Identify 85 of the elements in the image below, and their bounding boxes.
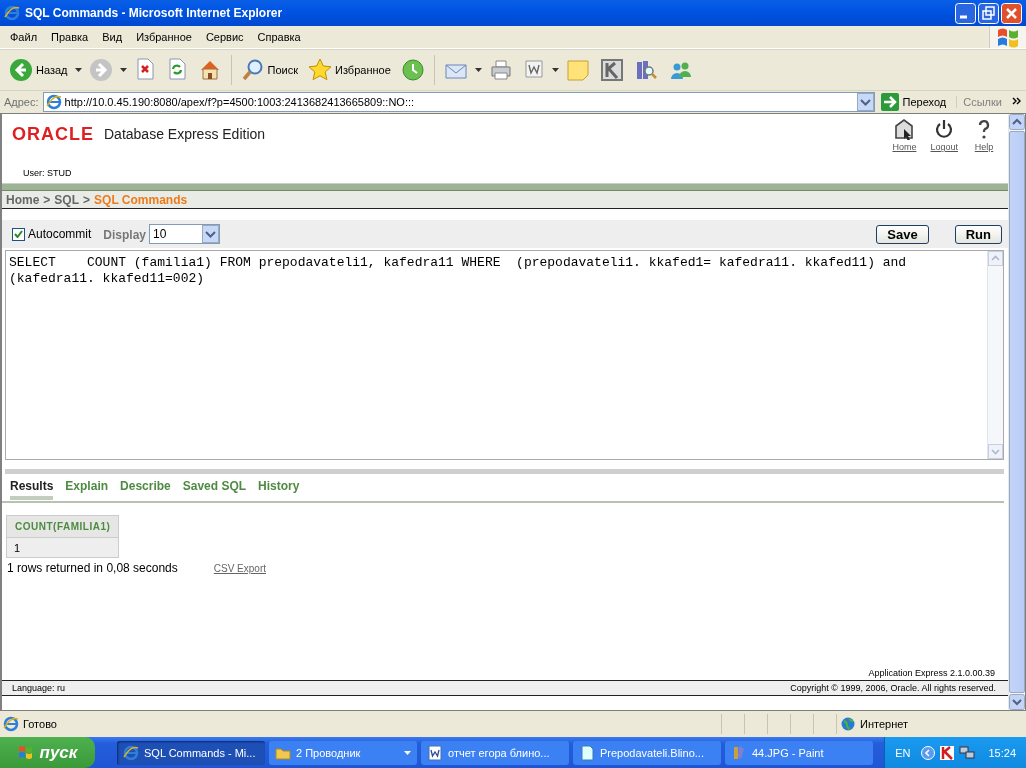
window-title: SQL Commands - Microsoft Internet Explorer bbox=[25, 6, 283, 20]
status-text: Готово bbox=[23, 718, 57, 730]
display-select[interactable]: 10 bbox=[149, 224, 221, 244]
ie-page-icon bbox=[3, 716, 19, 732]
version-text: Application Express 2.1.0.00.39 bbox=[868, 668, 996, 680]
scroll-up-icon[interactable] bbox=[1009, 114, 1025, 130]
note-icon bbox=[565, 58, 590, 82]
user-label: User: STUD bbox=[22, 168, 73, 180]
table-cell: 1 bbox=[6, 537, 119, 558]
ie-page-icon bbox=[123, 744, 139, 761]
star-icon bbox=[308, 58, 332, 82]
breadcrumb-separator: > bbox=[83, 192, 91, 207]
save-button[interactable]: Save bbox=[876, 224, 929, 244]
address-label: Адрес: bbox=[4, 96, 39, 108]
language-label: Language: ru bbox=[12, 683, 66, 693]
search-button[interactable]: Поиск bbox=[237, 56, 301, 84]
menu-item[interactable]: Справка bbox=[250, 31, 308, 43]
taskbar-button[interactable]: SQL Commands - Mi... bbox=[117, 740, 265, 765]
scroll-down-icon[interactable] bbox=[1009, 694, 1025, 710]
caret-icon bbox=[404, 750, 411, 755]
display-label: Display bbox=[103, 228, 147, 242]
results-tab[interactable]: Explain bbox=[65, 479, 109, 500]
address-field[interactable]: http://10.0.45.190:8080/apex/f?p=4500:1003:2413682413665809::NO::: bbox=[42, 92, 875, 112]
chevron-icon[interactable] bbox=[1012, 97, 1022, 107]
run-button[interactable]: Run bbox=[954, 224, 1002, 244]
k-letter-icon bbox=[599, 58, 624, 82]
autocommit-checkbox[interactable] bbox=[12, 227, 25, 241]
product-name: Database Express Edition bbox=[104, 125, 266, 144]
taskbar-button[interactable]: Prepodavateli.Blino... bbox=[573, 740, 721, 765]
zone-text: Интернет bbox=[860, 718, 908, 730]
taskbar-button[interactable]: 44.JPG - Paint bbox=[725, 740, 873, 765]
ie-logo-icon bbox=[4, 5, 20, 21]
oracle-logo: ORACLE bbox=[12, 124, 94, 144]
minimize-button[interactable] bbox=[955, 2, 976, 24]
csv-export-link[interactable]: CSV Export bbox=[213, 562, 266, 574]
caret-icon[interactable] bbox=[119, 68, 127, 72]
printer-icon bbox=[488, 58, 513, 82]
sql-text: SELECT COUNT (familia1) FROM prepodavateli1, kafedra11 WHERE (prepodavateli1. kkafed1= kafedra11. kkafed11) and (kafedra11. kkafed11=002) bbox=[8, 254, 908, 288]
close-button[interactable] bbox=[1001, 2, 1022, 24]
clock-icon bbox=[400, 58, 425, 82]
checkmark-icon bbox=[14, 230, 23, 238]
nav-link[interactable]: Logout bbox=[930, 142, 958, 152]
results-tab[interactable]: Results bbox=[10, 479, 54, 500]
clock: 15:24 bbox=[988, 746, 1016, 759]
ie-page-icon bbox=[45, 94, 62, 110]
column-header: COUNT(FAMILIA1) bbox=[6, 515, 119, 538]
menu-item[interactable]: Сервис bbox=[198, 31, 251, 43]
restore-button[interactable] bbox=[978, 2, 999, 24]
document-icon bbox=[579, 744, 595, 761]
network-icon[interactable] bbox=[959, 745, 976, 760]
results-tab[interactable]: Saved SQL bbox=[182, 479, 247, 500]
k-letter-icon[interactable] bbox=[940, 745, 955, 760]
breadcrumb-link[interactable]: Home bbox=[6, 192, 40, 207]
arrow-icon bbox=[880, 93, 899, 111]
back-button[interactable]: Назад bbox=[6, 56, 71, 84]
globe-icon bbox=[841, 717, 855, 731]
document-icon bbox=[427, 744, 443, 761]
menu-item[interactable]: Файл bbox=[3, 31, 45, 43]
paint-icon bbox=[731, 744, 747, 761]
url-text: http://10.0.45.190:8080/apex/f?p=4500:1003:2413682413665809::NO::: bbox=[64, 96, 415, 108]
menu-item[interactable]: Правка bbox=[44, 31, 96, 43]
caret-icon[interactable] bbox=[474, 68, 482, 72]
windows-flag-icon bbox=[17, 745, 34, 760]
breadcrumb-separator: > bbox=[43, 192, 51, 207]
nav-link[interactable]: Help bbox=[974, 142, 994, 152]
breadcrumb-link[interactable]: SQL bbox=[54, 192, 80, 207]
menu-item[interactable]: Вид bbox=[95, 31, 130, 43]
copyright-text: Copyright © 1999, 2006, Oracle. All rights reserved. bbox=[790, 683, 996, 693]
nav-link[interactable]: Home bbox=[892, 142, 917, 152]
taskbar-button[interactable]: 2 Проводник bbox=[269, 740, 417, 765]
results-tab[interactable]: Describe bbox=[120, 479, 171, 500]
sql-editor[interactable]: SELECT COUNT (familia1) FROM prepodavateli1, kafedra11 WHERE (prepodavateli1. kkafed1= kafedra11. kkafed11) and (kafedra11. kkafed11=002) bbox=[5, 250, 1004, 460]
windows-flag-icon bbox=[996, 26, 1020, 48]
menu-item[interactable]: Избранное bbox=[129, 31, 199, 43]
caret-icon[interactable] bbox=[551, 68, 559, 72]
favorites-button[interactable]: Избранное bbox=[305, 56, 394, 84]
breadcrumb-current: SQL Commands bbox=[94, 192, 188, 207]
caret-icon[interactable] bbox=[74, 68, 82, 72]
search-icon bbox=[240, 58, 265, 82]
rows-summary: 1 rows returned in 0,08 seconds bbox=[7, 561, 178, 575]
dropdown-button[interactable] bbox=[856, 93, 874, 111]
autocommit-label: Autocommit bbox=[28, 227, 92, 241]
taskbar-button[interactable]: отчет егора блино... bbox=[421, 740, 569, 765]
go-button[interactable]: Переход bbox=[878, 93, 953, 111]
results-tab[interactable]: History bbox=[258, 479, 300, 500]
